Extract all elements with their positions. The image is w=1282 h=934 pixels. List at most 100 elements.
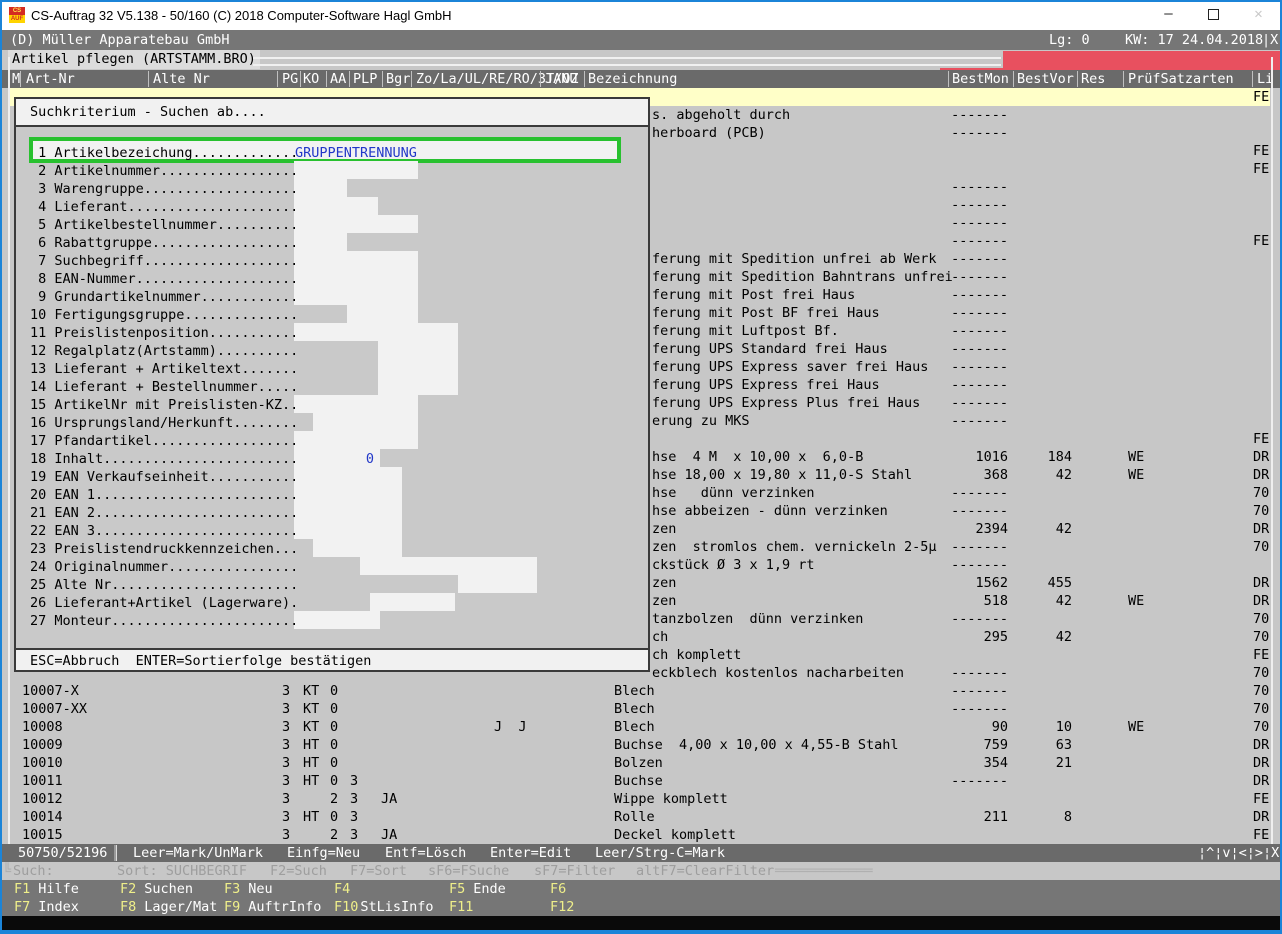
cell-bezeichnung: ferung mit Luftpost Bf. [652,323,839,339]
cell-li: 70 [1253,539,1270,555]
cell-bezeichnung: zen [652,593,677,609]
cell-li: FE [1253,431,1270,447]
column-separator [540,71,541,87]
cell-bestmon: ------- [951,215,1008,231]
fn-key-f12[interactable]: F12 [550,898,574,916]
cell-li: 70 [1253,611,1270,627]
search-sort-hint: F2=Such [270,863,327,879]
cell-bestmon: 295 [983,629,1008,645]
fn-row-1: F1 Hilfe F2 Suchen F3 Neu F4 F5 Ende F6 [0,880,1282,898]
table-row[interactable]: 10012 3 2 3 JA Wippe komplett FE [10,790,1270,808]
cell-li: 70 [1253,665,1270,681]
column-separator [20,71,21,87]
cell-bgr: JA [381,791,398,807]
cell-bestvor: 42 [1055,593,1072,609]
cell-li: FE [1253,647,1270,663]
column-separator [148,71,149,87]
search-criteria-dialog [14,97,650,672]
scroll-nav-arrows[interactable]: ¦^¦v¦<¦>¦X [1198,844,1279,862]
fn-key-f8[interactable]: F8 Lager/Mat [120,898,217,916]
cell-bestmon: ------- [951,197,1008,213]
company-name: (D) Müller Apparatebau GmbH [10,32,230,48]
fn-key-label: F9 [224,899,241,915]
cell-bestmon: ------- [951,701,1008,717]
cell-bestvor: 8 [1063,809,1072,825]
cell-bestmon: 354 [983,755,1008,771]
cell-bestmon: ------- [951,107,1008,123]
table-row[interactable]: 10007-X 3 KT 0 Blech ------- 70 [10,682,1270,700]
fn-key-f6[interactable]: F6 [550,880,566,898]
fn-key-f1[interactable]: F1 Hilfe [14,880,79,898]
cell-plp: 3 [350,827,359,843]
cell-bezeichnung: Buchse 4,00 x 10,00 x 4,55-B Stahl [614,737,899,753]
cell-bestmon: ------- [951,611,1008,627]
status-bar: 50750/52196 ¦^¦v¦<¦>¦X Leer=Mark/UnMark E… [0,844,1282,862]
cell-li: FE [1253,791,1270,807]
cell-zola-flags: J J [494,719,527,735]
fn-key-f2[interactable]: F2 Suchen [120,880,193,898]
table-row[interactable]: 10009 3 HT 0 Buchse 4,00 x 10,00 x 4,55-B St… [10,736,1270,754]
cell-bezeichnung: Blech [614,719,655,735]
cell-li: 70 [1253,719,1270,735]
cell-bezeichnung: Rolle [614,809,655,825]
cell-bezeichnung: s. abgeholt durch [652,107,791,123]
cell-bezeichnung: eckblech kostenlos nacharbeiten [652,665,904,681]
fn-key-f11[interactable]: F11 [449,898,473,916]
fn-action-label: AuftrInfo [248,899,322,915]
cell-bestmon: ------- [951,773,1008,789]
cell-li: 70 [1253,503,1270,519]
fn-key-f9[interactable]: F9 AuftrInfo [224,898,321,916]
search-sort-row: ╚ ════════════ Such: Sort: SUCHBEGRIF F2=S… [0,862,1282,880]
fn-key-f10[interactable]: F10 StLisInfo [334,898,434,916]
cell-bestmon: 2394 [975,521,1008,537]
cell-li: DR [1253,467,1270,483]
record-count: 50750/52196 [18,845,108,861]
cell-aa: 0 [330,737,339,753]
table-row[interactable]: 10008 3 KT 0 J J Blech 90 10 WE 70 [10,718,1270,736]
cell-bestmon: ------- [951,503,1008,519]
table-row[interactable]: 10010 3 HT 0 Bolzen 354 21 DR [10,754,1270,772]
cell-bestmon: ------- [951,251,1008,267]
cell-bestmon: 1016 [975,449,1008,465]
cell-aa: 0 [330,719,339,735]
close-button[interactable]: ✕ [1236,0,1281,29]
frame-line: ════════════ [775,863,873,879]
column-header-janu: JANU [545,71,578,87]
cell-bezeichnung: ferung UPS Standard frei Haus [652,341,888,357]
app-icon-bottom: AUF [9,15,25,23]
cell-li: 70 [1253,485,1270,501]
status-hint: Leer/Strg-C=Mark [595,845,726,861]
column-separator [326,71,327,87]
cell-bestvor: 63 [1055,737,1072,753]
column-header-res: Res [1081,71,1106,87]
fn-key-f7[interactable]: F7 Index [14,898,79,916]
column-header-ko: KO [303,71,320,87]
fn-key-f3[interactable]: F3 Neu [224,880,273,898]
bottom-black-strip [0,916,1282,931]
fn-key-f5[interactable]: F5 Ende [449,880,506,898]
cell-bestmon: 90 [991,719,1008,735]
filter-active-badge: FILTER AKTIV(ändern mit Shift-F7) [1003,51,1282,86]
column-header-bezeichnung: Bezeichnung [588,71,678,87]
cell-ko: KT [303,719,320,735]
cell-bestmon: ------- [951,287,1008,303]
dialog-title-strip [16,99,648,127]
cell-bestmon: ------- [951,539,1008,555]
cell-ko: KT [303,701,320,717]
fn-key-label: F11 [449,899,474,915]
cell-bezeichnung: hse abbeizen - dünn verzinken [652,503,888,519]
status-hint: Enter=Edit [490,845,572,861]
minimize-button[interactable]: – [1146,0,1191,29]
table-row[interactable]: 10014 3 HT 0 3 Rolle 211 8 DR [10,808,1270,826]
table-row[interactable]: 10011 3 HT 0 3 Buchse ------- DR [10,772,1270,790]
cell-bezeichnung: zen stromlos chem. vernickeln 2-5µ [652,539,937,555]
table-row[interactable]: 10015 3 2 3 JA Deckel komplett FE [10,826,1270,844]
close-screen-x[interactable]: |X [1262,31,1278,49]
status-hint: Leer=Mark/UnMark [133,845,264,861]
column-header-m: M [12,71,21,87]
fn-key-f4[interactable]: F4 [334,880,350,898]
maximize-button[interactable] [1191,0,1236,29]
table-row[interactable]: 10007-XX 3 KT 0 Blech ------- 70 [10,700,1270,718]
cell-bezeichnung: erung zu MKS [652,413,750,429]
cell-ko: HT [303,809,320,825]
